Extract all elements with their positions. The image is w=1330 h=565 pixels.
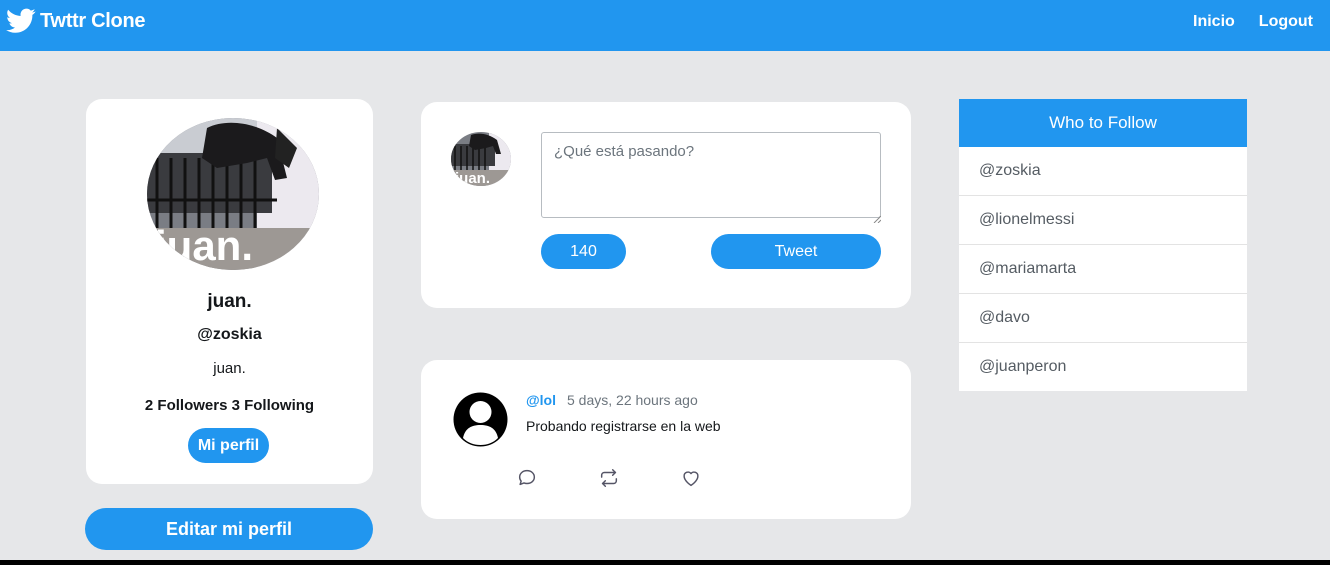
profile-bio: juan. [213, 360, 246, 377]
who-to-follow-panel: Who to Follow @zoskia @lionelmessi @mari… [959, 99, 1247, 391]
follow-suggestion-mariamarta[interactable]: @mariamarta [959, 245, 1247, 294]
profile-avatar-caption: juan. [154, 222, 253, 269]
profile-name: juan. [207, 291, 252, 312]
nav-links: Inicio Logout [1193, 13, 1313, 31]
tweet-button[interactable]: Tweet [711, 234, 881, 269]
bottom-border [0, 560, 1330, 565]
profile-card: juan. juan. @zoskia juan. 2 Followers 3 … [86, 99, 373, 484]
follow-suggestion-juanperon[interactable]: @juanperon [959, 343, 1247, 392]
compose-avatar: juan. [451, 132, 511, 186]
follow-suggestion-davo[interactable]: @davo [959, 294, 1247, 343]
nav-link-logout[interactable]: Logout [1259, 13, 1313, 31]
follow-suggestion-lionelmessi[interactable]: @lionelmessi [959, 196, 1247, 245]
follow-stats[interactable]: 2 Followers 3 Following [86, 397, 373, 414]
resize-grip-icon[interactable] [873, 210, 882, 224]
my-profile-button[interactable]: Mi perfil [188, 428, 269, 463]
default-avatar-icon[interactable] [453, 392, 508, 447]
follow-suggestion-zoskia[interactable]: @zoskia [959, 147, 1247, 196]
twitter-bird-icon [6, 8, 36, 34]
compose-avatar-caption: juan. [454, 170, 490, 186]
edit-profile-button[interactable]: Editar mi perfil [85, 508, 373, 550]
brand-name: Twttr Clone [40, 9, 146, 32]
tweet-timestamp: 5 days, 22 hours ago [567, 392, 698, 408]
top-navbar: Twttr Clone Inicio Logout [0, 0, 1330, 51]
tweet-text: Probando registrarse en la web [526, 418, 721, 434]
char-counter: 140 [541, 234, 626, 269]
comment-icon[interactable] [516, 467, 538, 489]
tweet-card: @lol 5 days, 22 hours ago Probando regis… [421, 360, 911, 519]
profile-avatar: juan. [147, 118, 319, 270]
profile-handle: @zoskia [197, 326, 262, 343]
compose-textarea[interactable] [541, 132, 881, 218]
compose-card: juan. 140 Tweet [421, 102, 911, 308]
brand[interactable]: Twttr Clone [6, 8, 146, 34]
who-to-follow-title: Who to Follow [959, 99, 1247, 147]
tweet-author[interactable]: @lol [526, 392, 556, 408]
nav-link-inicio[interactable]: Inicio [1193, 13, 1235, 31]
retweet-icon[interactable] [598, 467, 620, 489]
heart-icon[interactable] [680, 467, 702, 489]
